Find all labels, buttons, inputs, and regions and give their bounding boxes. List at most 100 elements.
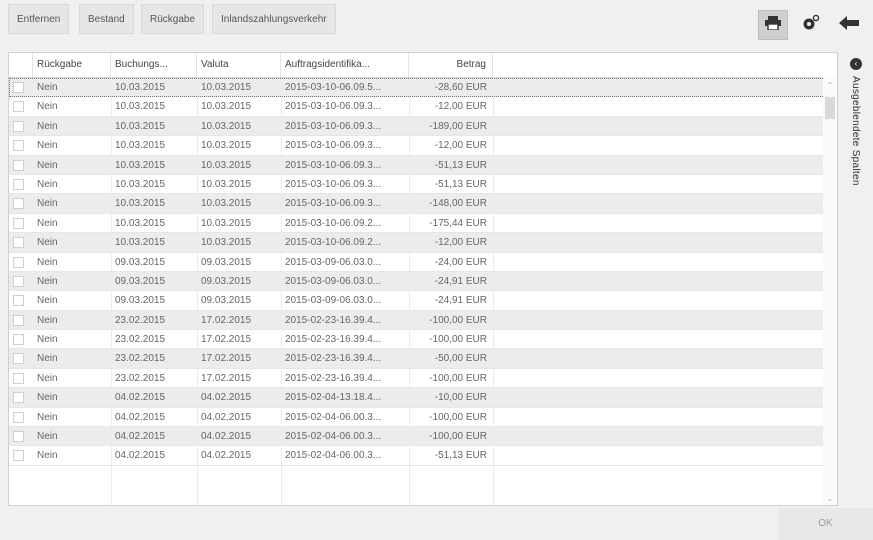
row-checkbox[interactable] xyxy=(13,217,24,229)
cell-order-id: 2015-03-10-06.09.2... xyxy=(285,217,382,229)
cell-order-id: 2015-02-23-16.39.4... xyxy=(285,372,382,384)
remove-button[interactable]: Entfernen xyxy=(8,4,70,34)
column-divider xyxy=(197,77,198,505)
print-icon xyxy=(765,15,781,35)
row-checkbox[interactable] xyxy=(13,159,24,171)
column-header-booking-date[interactable]: Buchungs... xyxy=(111,53,197,77)
cell-value-date: 10.03.2015 xyxy=(201,198,252,210)
cell-amount: -100,00 EUR xyxy=(429,334,487,346)
cell-value-date: 10.03.2015 xyxy=(201,120,252,132)
cell-order-id: 2015-02-23-16.39.4... xyxy=(285,353,382,365)
cell-booking-date: 10.03.2015 xyxy=(115,237,166,249)
column-header-amount[interactable]: Betrag xyxy=(409,53,493,77)
cell-order-id: 2015-03-09-06.03.0... xyxy=(285,256,382,268)
column-divider xyxy=(281,77,282,505)
row-checkbox[interactable] xyxy=(13,82,24,93)
back-button[interactable] xyxy=(834,10,864,40)
table-row[interactable]: Nein 10.03.2015 10.03.2015 2015-03-10-06.09… xyxy=(9,78,837,98)
scrollbar-thumb[interactable] xyxy=(825,97,835,119)
cell-return: Nein xyxy=(37,392,58,404)
cell-booking-date: 10.03.2015 xyxy=(115,217,166,229)
table-row[interactable]: Nein 10.03.2015 10.03.2015 2015-03-10-06.09… xyxy=(9,175,837,195)
cell-amount: -51,13 EUR xyxy=(434,178,487,190)
cell-booking-date: 10.03.2015 xyxy=(115,159,166,171)
return-button[interactable]: Rückgabe xyxy=(141,4,205,34)
table-row[interactable]: Nein 09.03.2015 09.03.2015 2015-03-09-06.03… xyxy=(9,271,837,292)
cell-return: Nein xyxy=(37,353,58,365)
row-checkbox[interactable] xyxy=(13,237,24,249)
cell-return: Nein xyxy=(37,140,58,152)
row-checkbox[interactable] xyxy=(13,140,24,152)
row-checkbox[interactable] xyxy=(13,411,24,423)
table-row[interactable]: Nein 04.02.2015 04.02.2015 2015-02-04-06.00… xyxy=(9,427,837,447)
table-row[interactable]: Nein 04.02.2015 04.02.2015 2015-02-04-06.00… xyxy=(9,408,837,428)
row-checkbox[interactable] xyxy=(13,295,24,307)
cell-booking-date: 23.02.2015 xyxy=(115,334,166,346)
cell-return: Nein xyxy=(37,120,58,132)
cell-booking-date: 04.02.2015 xyxy=(115,392,166,404)
row-checkbox[interactable] xyxy=(13,353,24,365)
print-button[interactable] xyxy=(758,10,788,40)
row-checkbox[interactable] xyxy=(13,450,24,462)
row-checkbox[interactable] xyxy=(13,256,24,268)
column-header-value-date[interactable]: Valuta xyxy=(197,53,281,77)
table-row[interactable]: Nein 10.03.2015 10.03.2015 2015-03-10-06.09… xyxy=(9,233,837,253)
table-row[interactable]: Nein 09.03.2015 09.03.2015 2015-03-09-06.03… xyxy=(9,291,837,311)
table-row[interactable]: Nein 04.02.2015 04.02.2015 2015-02-04-06.00… xyxy=(9,446,837,466)
table-row[interactable]: Nein 10.03.2015 10.03.2015 2015-03-10-06.09… xyxy=(9,194,837,214)
cell-value-date: 17.02.2015 xyxy=(201,314,252,326)
table-row[interactable]: Nein 23.02.2015 17.02.2015 2015-02-23-16.39… xyxy=(9,369,837,389)
domestic-payments-button[interactable]: Inlandszahlungsverkehr xyxy=(212,4,336,34)
inventory-button[interactable]: Bestand xyxy=(79,4,134,34)
column-divider xyxy=(111,77,112,505)
cell-value-date: 10.03.2015 xyxy=(201,217,252,229)
hidden-columns-panel[interactable]: ‹ Ausgeblendete Spalten xyxy=(844,52,870,232)
cell-booking-date: 10.03.2015 xyxy=(115,101,166,113)
cell-amount: -100,00 EUR xyxy=(429,431,487,443)
row-checkbox[interactable] xyxy=(13,178,24,190)
settings-button[interactable] xyxy=(796,10,826,40)
scroll-down-icon[interactable]: ⌄ xyxy=(823,494,837,503)
row-checkbox[interactable] xyxy=(13,314,24,326)
row-checkbox[interactable] xyxy=(13,275,24,287)
table-row[interactable]: Nein 23.02.2015 17.02.2015 2015-02-23-16.39… xyxy=(9,310,837,331)
cell-booking-date: 10.03.2015 xyxy=(115,82,166,93)
table-row[interactable]: Nein 10.03.2015 10.03.2015 2015-03-10-06.09… xyxy=(9,97,837,117)
cell-amount: -24,91 EUR xyxy=(434,295,487,307)
cell-return: Nein xyxy=(37,237,58,249)
scroll-up-icon[interactable]: ⌃ xyxy=(823,81,837,90)
cell-amount: -100,00 EUR xyxy=(429,411,487,423)
row-checkbox[interactable] xyxy=(13,392,24,404)
row-checkbox[interactable] xyxy=(13,120,24,132)
cell-order-id: 2015-03-09-06.03.0... xyxy=(285,295,382,307)
row-checkbox[interactable] xyxy=(13,431,24,443)
cell-amount: -50,00 EUR xyxy=(434,353,487,365)
cell-amount: -28,60 EUR xyxy=(434,82,487,93)
table-row[interactable]: Nein 10.03.2015 10.03.2015 2015-03-10-06.09… xyxy=(9,116,837,137)
table-row[interactable]: Nein 10.03.2015 10.03.2015 2015-03-10-06.09… xyxy=(9,136,837,156)
row-checkbox[interactable] xyxy=(13,372,24,384)
table-row[interactable]: Nein 09.03.2015 09.03.2015 2015-03-09-06.03… xyxy=(9,253,837,272)
vertical-scrollbar[interactable]: ⌃ ⌄ xyxy=(823,77,837,505)
chevron-left-icon[interactable]: ‹ xyxy=(850,58,862,70)
row-checkbox[interactable] xyxy=(13,198,24,210)
cell-booking-date: 09.03.2015 xyxy=(115,256,166,268)
column-header-return[interactable]: Rückgabe xyxy=(33,53,111,77)
table-row[interactable]: Nein 10.03.2015 10.03.2015 2015-03-10-06.09… xyxy=(9,155,837,175)
cell-value-date: 17.02.2015 xyxy=(201,372,252,384)
row-checkbox[interactable] xyxy=(13,101,24,113)
table-row[interactable]: Nein 04.02.2015 04.02.2015 2015-02-04-13.18… xyxy=(9,388,837,408)
table-row[interactable]: Nein 23.02.2015 17.02.2015 2015-02-23-16.39… xyxy=(9,349,837,369)
cell-booking-date: 09.03.2015 xyxy=(115,295,166,307)
cell-value-date: 10.03.2015 xyxy=(201,237,252,249)
cell-booking-date: 09.03.2015 xyxy=(115,275,166,287)
table-row[interactable]: Nein 23.02.2015 17.02.2015 2015-02-23-16.39… xyxy=(9,330,837,350)
cell-amount: -51,13 EUR xyxy=(434,450,487,462)
row-checkbox[interactable] xyxy=(13,334,24,346)
hidden-columns-label[interactable]: Ausgeblendete Spalten xyxy=(850,76,861,186)
table-row[interactable]: Nein 10.03.2015 10.03.2015 2015-03-10-06.09… xyxy=(9,214,837,234)
settings-icon xyxy=(801,14,821,37)
column-header-order-id[interactable]: Auftragsidentifika... xyxy=(281,53,409,77)
ok-button[interactable]: OK xyxy=(778,508,873,540)
cell-return: Nein xyxy=(37,101,58,113)
